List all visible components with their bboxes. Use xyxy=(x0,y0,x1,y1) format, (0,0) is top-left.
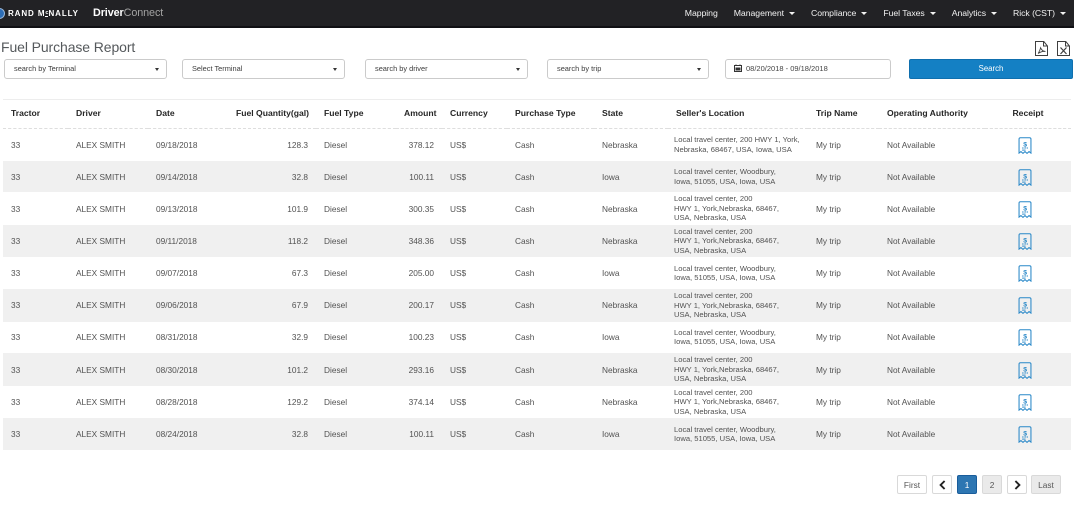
svg-text:$: $ xyxy=(1023,205,1027,212)
svg-text:$: $ xyxy=(1023,141,1027,148)
svg-text:$: $ xyxy=(1023,302,1027,309)
svg-text:$: $ xyxy=(1023,173,1027,180)
svg-text:$: $ xyxy=(1023,334,1027,341)
svg-text:$: $ xyxy=(1023,430,1027,437)
svg-text:$: $ xyxy=(1023,398,1027,405)
svg-text:$: $ xyxy=(1023,237,1027,244)
svg-text:$: $ xyxy=(1023,270,1027,277)
svg-text:$: $ xyxy=(1023,366,1027,373)
